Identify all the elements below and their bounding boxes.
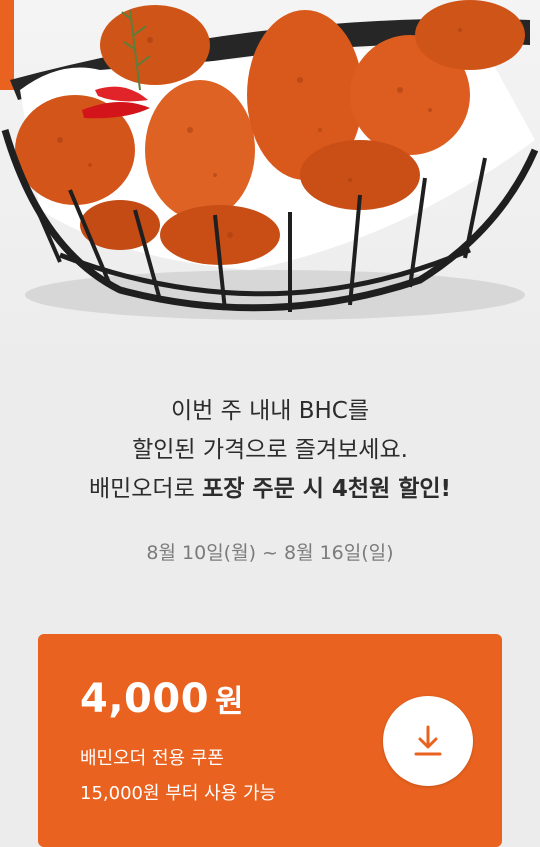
coupon-card[interactable]: 4,000 원 배민오더 전용 쿠폰 15,000원 부터 사용 가능 <box>38 634 502 847</box>
promo-line-3-prefix: 배민오더로 <box>88 476 203 502</box>
coupon-min-order: 15,000원 부터 사용 가능 <box>80 783 277 804</box>
hero-banner <box>0 0 540 370</box>
promo-period: 8월 10일(월) ~ 8월 16일(일) <box>146 542 394 564</box>
promo-line-3-emphasis: 포장 주문 시 4천원 할인! <box>202 476 452 502</box>
coupon-amount: 4,000 원 <box>80 676 244 722</box>
download-icon <box>414 725 442 756</box>
promo-line-3: 배민오더로 포장 주문 시 4천원 할인! <box>0 470 540 509</box>
download-coupon-button[interactable] <box>383 696 473 786</box>
fried-chicken-image <box>0 0 539 320</box>
coupon-amount-unit: 원 <box>215 684 245 720</box>
coupon-amount-value: 4,000 <box>80 676 210 722</box>
coupon-type-label: 배민오더 전용 쿠폰 <box>80 748 224 769</box>
promo-headline: 이번 주 내내 BHC를 할인된 가격으로 즐겨보세요. 배민오더로 포장 주문… <box>0 392 540 509</box>
promo-line-2: 할인된 가격으로 즐겨보세요. <box>132 437 408 463</box>
promo-line-1: 이번 주 내내 BHC를 <box>170 398 370 424</box>
